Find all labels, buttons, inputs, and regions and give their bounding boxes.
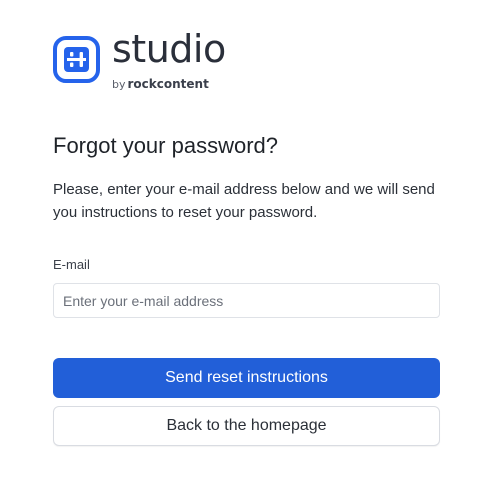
email-label: E-mail xyxy=(53,257,90,272)
page-description: Please, enter your e-mail address below … xyxy=(53,181,435,221)
email-input[interactable] xyxy=(53,283,440,318)
send-reset-instructions-button[interactable]: Send reset instructions xyxy=(53,358,440,398)
brand-name: studio xyxy=(112,27,226,71)
page-title: Forgot your password? xyxy=(53,133,278,158)
brand-tagline: by rockcontent xyxy=(112,78,209,90)
back-to-homepage-button[interactable]: Back to the homepage xyxy=(53,406,440,446)
brand-tagline-by: by xyxy=(112,78,126,91)
brand-tagline-company: rockcontent xyxy=(127,77,209,91)
studio-logo-icon xyxy=(53,36,100,83)
